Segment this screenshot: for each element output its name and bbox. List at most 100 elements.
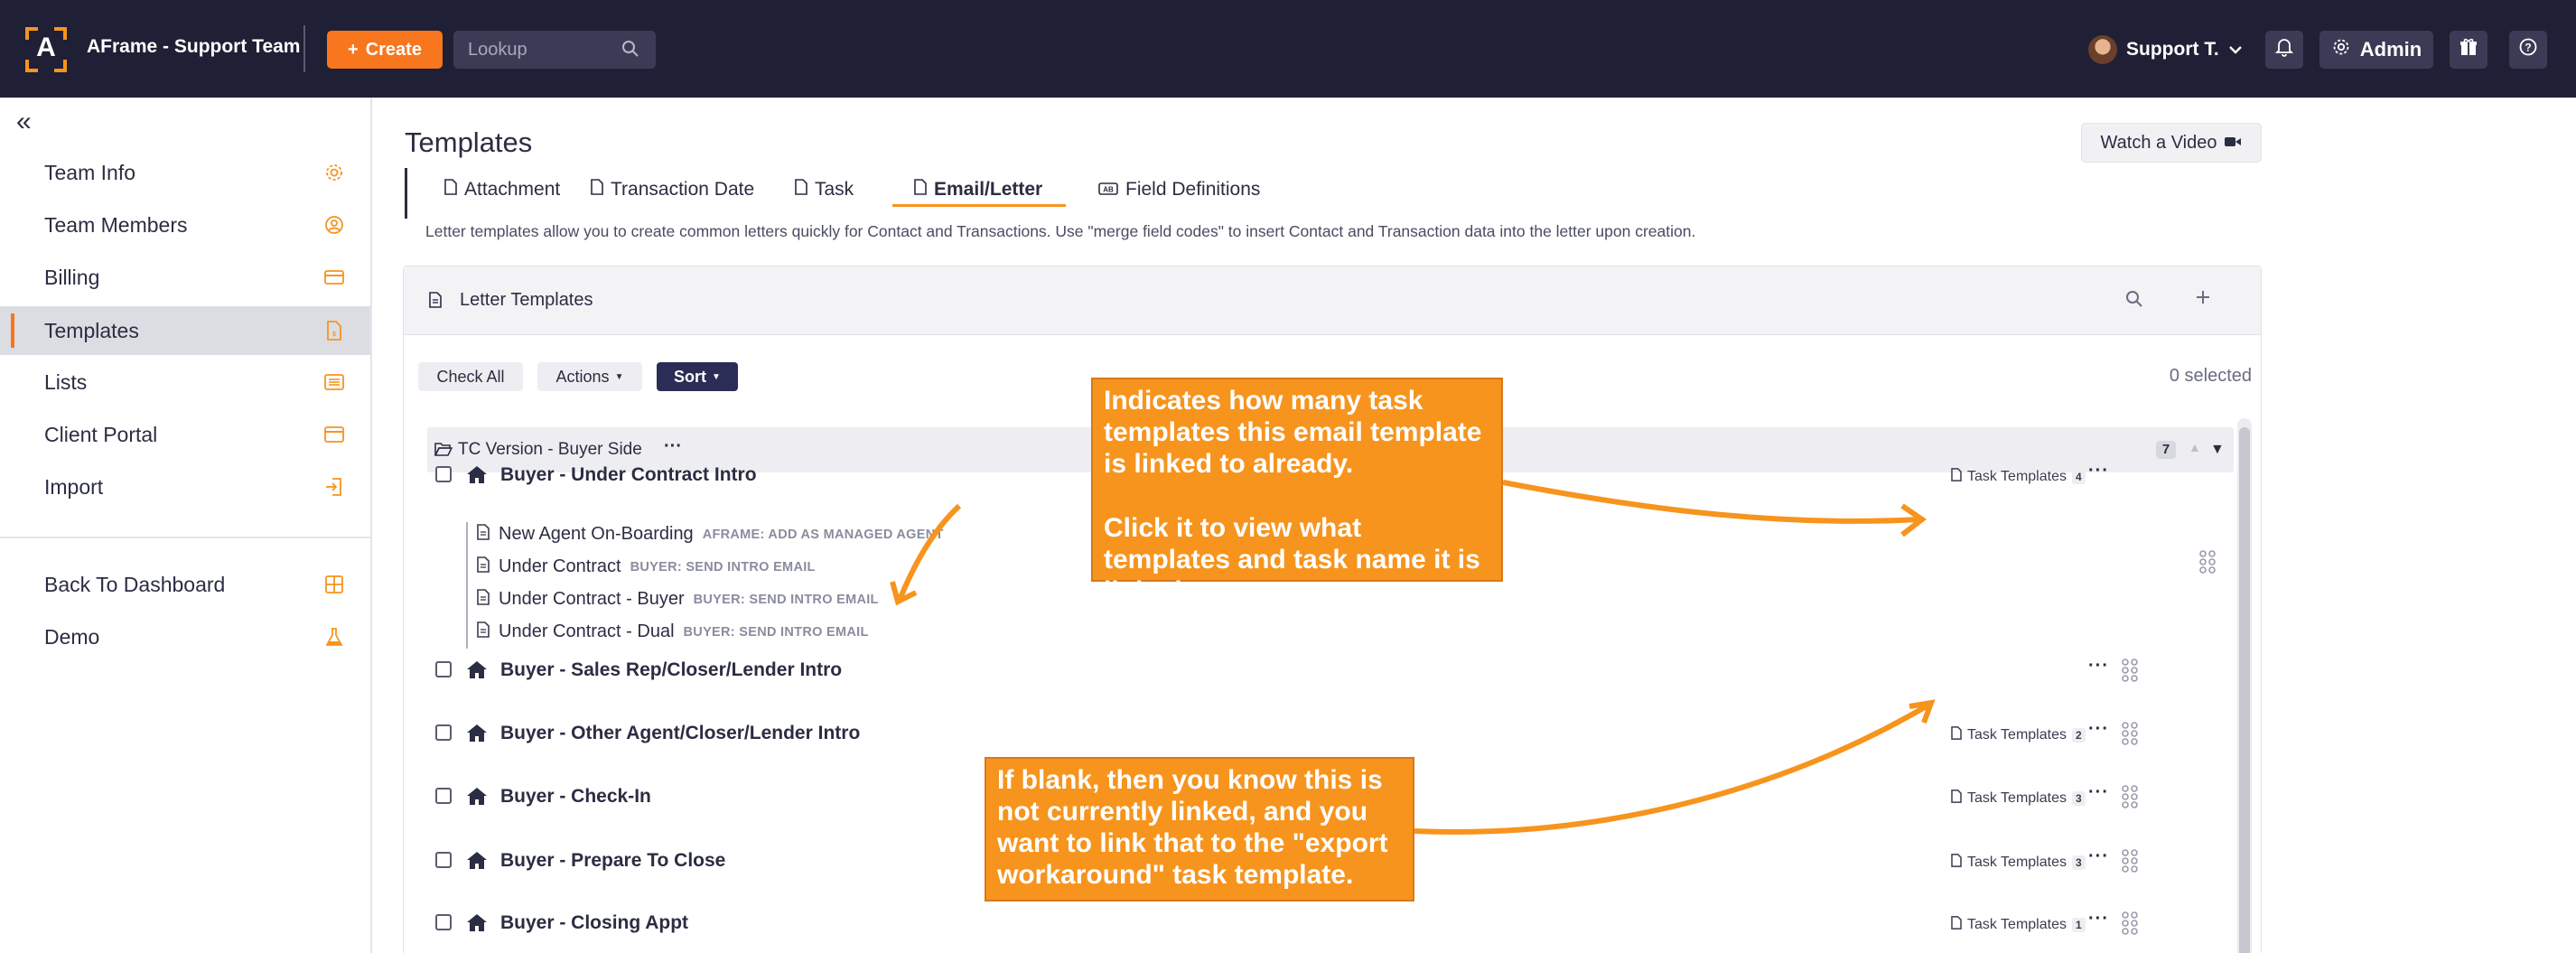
scrollbar[interactable] (2237, 418, 2252, 953)
more-options-icon[interactable]: ··· (2088, 909, 2109, 930)
tab-label: Field Definitions (1125, 179, 1261, 200)
dashboard-grid-icon (323, 574, 345, 595)
document-icon (591, 179, 603, 201)
linked-task-list: New Agent On-Boarding AFRAME: ADD AS MANA… (466, 522, 1008, 649)
sidebar-item-back-to-dashboard[interactable]: Back To Dashboard (0, 560, 370, 609)
caret-down-icon: ▼ (712, 371, 721, 382)
create-button[interactable]: + Create (327, 31, 443, 69)
linked-task-template-name: New Agent On-Boarding (499, 524, 694, 544)
linked-task-item[interactable]: Under Contract BUYER: SEND INTRO EMAIL (477, 556, 816, 577)
task-templates-label: Task Templates (1967, 727, 2067, 743)
drag-handle-icon[interactable] (2121, 848, 2139, 874)
scrollbar-thumb[interactable] (2239, 427, 2250, 953)
template-name[interactable]: Buyer - Closing Appt (500, 912, 688, 934)
active-tab-indicator (892, 204, 1066, 207)
sidebar-item-team-members[interactable]: Team Members (0, 201, 370, 249)
linked-task-name: AFRAME: ADD AS MANAGED AGENT (702, 527, 944, 542)
document-icon (477, 524, 490, 545)
drag-handle-icon[interactable] (2121, 658, 2139, 683)
drag-handle-icon[interactable] (2121, 784, 2139, 809)
tab-email-letter[interactable]: Email/Letter (914, 179, 1042, 201)
task-templates-link[interactable]: Task Templates 4 (1951, 468, 2086, 486)
template-name[interactable]: Buyer - Check-In (500, 786, 651, 808)
linked-task-name: BUYER: SEND INTRO EMAIL (693, 592, 879, 607)
linked-task-item[interactable]: Under Contract - Dual BUYER: SEND INTRO E… (477, 621, 869, 642)
task-templates-count: 1 (2071, 918, 2086, 932)
row-checkbox[interactable] (435, 852, 452, 868)
gift-button[interactable] (2450, 31, 2487, 69)
more-options-icon[interactable]: ··· (2088, 656, 2109, 677)
more-options-icon[interactable]: ··· (2088, 461, 2109, 481)
document-icon (1951, 916, 1962, 934)
linked-task-item[interactable]: Under Contract - Buyer BUYER: SEND INTRO … (477, 589, 879, 610)
collapse-group-icon[interactable]: ▼ (2210, 442, 2225, 458)
template-name[interactable]: Buyer - Other Agent/Closer/Lender Intro (500, 723, 860, 744)
more-options-icon[interactable]: ··· (2088, 846, 2109, 867)
task-templates-count: 3 (2071, 855, 2086, 870)
template-name[interactable]: Buyer - Prepare To Close (500, 850, 725, 872)
bell-icon (2274, 37, 2294, 62)
task-templates-link[interactable]: Task Templates 3 (1951, 789, 2086, 808)
group-count-badge: 7 (2156, 441, 2176, 459)
search-icon[interactable] (2125, 290, 2143, 313)
sidebar-item-label: Lists (44, 369, 88, 394)
watch-video-label: Watch a Video (2100, 132, 2217, 153)
collapse-sidebar-icon[interactable]: « (16, 108, 32, 135)
drag-handle-icon[interactable] (2121, 721, 2139, 746)
tab-field-definitions[interactable]: AB Field Definitions (1098, 179, 1260, 201)
tab-task[interactable]: Task (795, 179, 854, 201)
chevron-down-icon (2228, 39, 2243, 61)
row-checkbox[interactable] (435, 466, 452, 482)
drag-handle-icon[interactable] (2198, 549, 2217, 575)
notifications-button[interactable] (2265, 31, 2303, 69)
row-checkbox[interactable] (435, 661, 452, 677)
row-checkbox[interactable] (435, 724, 452, 741)
sidebar-item-team-info[interactable]: Team Info (0, 148, 370, 197)
table-row[interactable]: Buyer - Other Agent/Closer/Lender Intro T… (426, 715, 2233, 752)
linked-task-name: BUYER: SEND INTRO EMAIL (683, 624, 869, 640)
lookup-input[interactable] (468, 39, 612, 61)
more-options-icon[interactable]: ··· (2088, 782, 2109, 803)
user-menu[interactable]: Support T. (2088, 31, 2243, 69)
table-row[interactable]: Buyer - Closing Appt Task Templates 1 ··· (426, 905, 2233, 941)
admin-button[interactable]: Admin (2319, 31, 2433, 69)
home-icon (466, 912, 488, 937)
task-templates-link[interactable]: Task Templates 2 (1951, 726, 2086, 744)
tab-attachment[interactable]: Attachment (444, 179, 560, 201)
sidebar-item-lists[interactable]: Lists (0, 358, 370, 406)
table-row[interactable]: Buyer - Sales Rep/Closer/Lender Intro ··· (426, 652, 2233, 688)
template-name[interactable]: Buyer - Under Contract Intro (500, 464, 757, 486)
task-templates-link[interactable]: Task Templates 1 (1951, 916, 2086, 934)
task-templates-link[interactable]: Task Templates 3 (1951, 854, 2086, 872)
top-navigation-bar: A AFrame - Support Team + Create Support… (0, 0, 2576, 98)
row-checkbox[interactable] (435, 788, 452, 804)
sidebar-item-templates[interactable]: Templates $ (0, 306, 370, 355)
caret-down-icon: ▼ (614, 371, 624, 382)
field-icon: AB (1098, 179, 1118, 201)
sidebar-item-client-portal[interactable]: Client Portal (0, 410, 370, 459)
actions-dropdown[interactable]: Actions ▼ (537, 362, 642, 391)
watch-video-button[interactable]: Watch a Video (2081, 123, 2262, 163)
linked-task-item[interactable]: New Agent On-Boarding AFRAME: ADD AS MANA… (477, 524, 944, 545)
drag-handle-icon[interactable] (2121, 911, 2139, 936)
more-options-icon[interactable]: ··· (2088, 719, 2109, 740)
help-button[interactable]: ? (2509, 31, 2547, 69)
lookup-search-box[interactable] (453, 31, 656, 69)
document-icon: $ (323, 320, 345, 341)
sidebar-item-billing[interactable]: Billing (0, 253, 370, 302)
template-name[interactable]: Buyer - Sales Rep/Closer/Lender Intro (500, 659, 842, 681)
group-more-icon[interactable]: ··· (664, 436, 682, 457)
sort-dropdown[interactable]: Sort ▼ (657, 362, 738, 391)
check-all-button[interactable]: Check All (418, 362, 523, 391)
sidebar-item-import[interactable]: Import (0, 462, 370, 511)
add-icon[interactable] (2194, 288, 2212, 311)
tab-transaction-date[interactable]: Transaction Date (591, 179, 754, 201)
sidebar-item-demo[interactable]: Demo (0, 612, 370, 661)
search-icon[interactable] (621, 40, 639, 62)
move-up-icon[interactable]: ▲ (2189, 440, 2201, 454)
aframe-logo[interactable]: A (25, 27, 67, 72)
annotation-text: If blank, then you know this is not curr… (997, 765, 1388, 890)
svg-text:$: $ (332, 332, 336, 338)
flask-icon (323, 626, 345, 648)
row-checkbox[interactable] (435, 914, 452, 930)
